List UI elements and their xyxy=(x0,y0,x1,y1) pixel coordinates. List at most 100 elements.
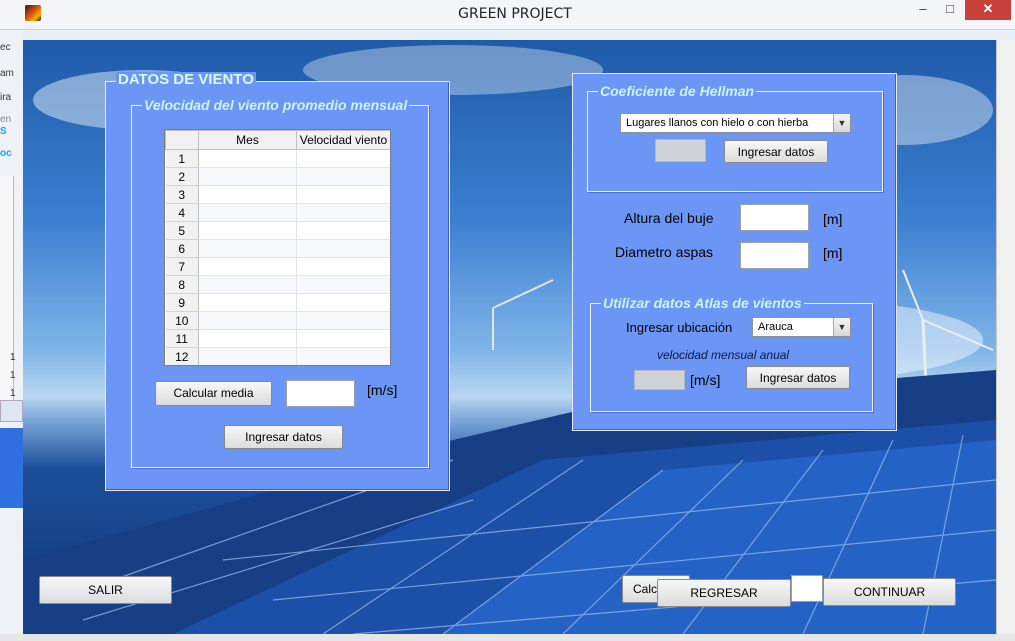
hellman-submit-button[interactable]: Ingresar datos xyxy=(724,140,828,163)
blade-diameter-label: Diametro aspas xyxy=(615,244,714,260)
location-select[interactable]: Arauca ▼ xyxy=(752,317,851,337)
table-cell[interactable] xyxy=(198,221,297,240)
exit-button[interactable]: SALIR xyxy=(39,576,172,604)
maximize-button[interactable]: □ xyxy=(937,0,963,20)
hub-height-field[interactable] xyxy=(740,204,809,231)
row-header: 12 xyxy=(165,347,199,365)
row-header: 11 xyxy=(165,329,199,348)
row-header: 2 xyxy=(165,167,199,186)
wind-speed-table[interactable]: Mes Velocidad viento 1 2 3 4 5 6 7 8 9 1… xyxy=(164,129,391,366)
minimize-button[interactable]: – xyxy=(910,0,936,20)
table-cell[interactable] xyxy=(198,347,297,365)
table-row[interactable]: 7 xyxy=(165,257,390,276)
row-header: 3 xyxy=(165,185,199,204)
table-corner xyxy=(165,130,199,150)
row-header: 5 xyxy=(165,221,199,240)
table-row[interactable]: 3 xyxy=(165,185,390,204)
table-cell[interactable] xyxy=(296,185,390,204)
table-cell[interactable] xyxy=(296,275,390,294)
window-border xyxy=(996,40,1015,641)
table-cell[interactable] xyxy=(198,257,297,276)
hub-height-label: Altura del buje xyxy=(624,210,714,226)
background-text: ec xyxy=(0,42,11,53)
atlas-group-title: Utilizar datos Atlas de vientos xyxy=(601,295,804,311)
hidden-field xyxy=(791,575,823,602)
table-cell[interactable] xyxy=(198,275,297,294)
background-window: ec am ira en S oc 1 1 1 xyxy=(0,30,23,641)
background-text: oc xyxy=(0,148,12,159)
row-header: 8 xyxy=(165,275,199,294)
wind-panel-title: DATOS DE VIENTO xyxy=(116,71,256,88)
row-header: 9 xyxy=(165,293,199,312)
table-cell[interactable] xyxy=(296,221,390,240)
table-row[interactable]: 5 xyxy=(165,221,390,240)
continue-button[interactable]: CONTINUAR xyxy=(823,578,956,606)
row-header: 6 xyxy=(165,239,199,258)
annual-speed-field xyxy=(634,370,685,390)
table-row[interactable]: 6 xyxy=(165,239,390,258)
table-cell[interactable] xyxy=(296,167,390,186)
row-header: 7 xyxy=(165,257,199,276)
table-cell[interactable] xyxy=(296,203,390,222)
background-text: en xyxy=(0,114,12,125)
background-text: 1 xyxy=(10,388,16,399)
wind-submit-button[interactable]: Ingresar datos xyxy=(224,425,343,449)
back-button[interactable]: REGRESAR xyxy=(657,579,791,607)
table-cell[interactable] xyxy=(198,329,297,348)
table-cell[interactable] xyxy=(296,149,390,168)
table-cell[interactable] xyxy=(296,347,390,365)
chevron-down-icon: ▼ xyxy=(833,318,850,336)
close-button[interactable]: ✕ xyxy=(965,0,1011,20)
background-text: ira xyxy=(0,92,12,103)
background-text: 1 xyxy=(10,370,16,381)
chevron-down-icon: ▼ xyxy=(833,114,850,132)
background-text: S xyxy=(0,126,7,137)
atlas-submit-button[interactable]: Ingresar datos xyxy=(746,366,850,389)
hellman-group-title: Coeficiente de Hellman xyxy=(598,83,757,99)
table-cell[interactable] xyxy=(296,329,390,348)
table-cell[interactable] xyxy=(198,311,297,330)
calculate-mean-button[interactable]: Calcular media xyxy=(155,381,272,406)
window-border xyxy=(0,634,1015,641)
location-select-value: Arauca xyxy=(758,321,793,333)
table-row[interactable]: 12 xyxy=(165,347,390,365)
title-bar: GREEN PROJECT – □ ✕ xyxy=(0,0,1015,30)
table-cell[interactable] xyxy=(198,167,297,186)
row-header: 1 xyxy=(165,149,199,168)
row-header: 10 xyxy=(165,311,199,330)
table-cell[interactable] xyxy=(296,239,390,258)
blade-diameter-unit: [m] xyxy=(823,245,843,261)
monthly-speed-group-title: Velocidad del viento promedio mensual xyxy=(142,97,410,113)
background-table xyxy=(0,176,14,401)
table-row[interactable]: 1 xyxy=(165,149,390,168)
table-row[interactable]: 10 xyxy=(165,311,390,330)
table-cell[interactable] xyxy=(198,149,297,168)
hellman-coefficient-field xyxy=(655,139,706,162)
table-row[interactable]: 11 xyxy=(165,329,390,348)
table-cell[interactable] xyxy=(296,257,390,276)
mean-speed-field[interactable] xyxy=(286,380,355,407)
mean-speed-unit: [m/s] xyxy=(367,382,398,398)
terrain-select[interactable]: Lugares llanos con hielo o con hierba ▼ xyxy=(620,113,851,133)
table-row[interactable]: 8 xyxy=(165,275,390,294)
table-cell[interactable] xyxy=(198,185,297,204)
annual-speed-unit: [m/s] xyxy=(690,372,721,388)
table-cell[interactable] xyxy=(198,293,297,312)
table-header-velocidad[interactable]: Velocidad viento xyxy=(296,130,390,150)
background-text: 1 xyxy=(10,352,16,363)
table-row[interactable]: 9 xyxy=(165,293,390,312)
hub-height-unit: [m] xyxy=(823,211,843,227)
background-button xyxy=(0,400,23,422)
table-row[interactable]: 4 xyxy=(165,203,390,222)
table-row[interactable]: 2 xyxy=(165,167,390,186)
table-cell[interactable] xyxy=(198,239,297,258)
window-title: GREEN PROJECT xyxy=(458,6,572,22)
table-cell[interactable] xyxy=(296,293,390,312)
background-panel xyxy=(0,428,23,508)
blade-diameter-field[interactable] xyxy=(740,242,809,269)
row-header: 4 xyxy=(165,203,199,222)
terrain-select-value: Lugares llanos con hielo o con hierba xyxy=(626,117,809,129)
table-header-mes[interactable]: Mes xyxy=(198,130,297,150)
table-cell[interactable] xyxy=(296,311,390,330)
table-cell[interactable] xyxy=(198,203,297,222)
